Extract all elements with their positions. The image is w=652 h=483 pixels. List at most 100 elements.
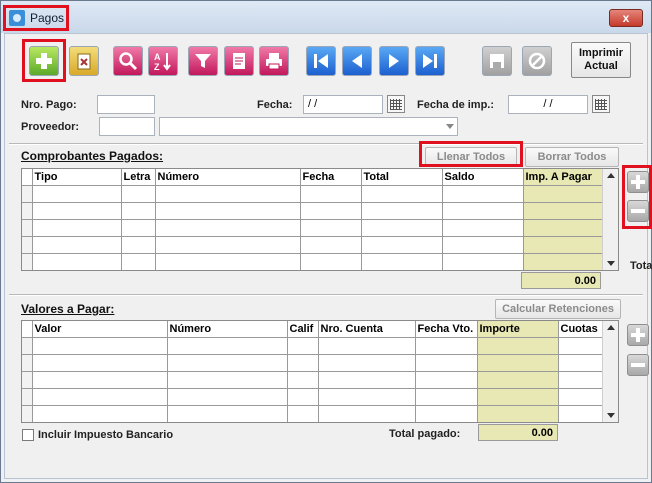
row-indicator-header: [22, 321, 33, 338]
comprobantes-scrollbar[interactable]: [602, 169, 618, 270]
column-header[interactable]: Valor: [32, 321, 168, 338]
first-record-icon: [314, 54, 328, 68]
window-title-box: Pagos: [3, 5, 69, 31]
plus-icon: [631, 175, 645, 189]
chevron-down-icon: [446, 124, 454, 129]
column-header[interactable]: Cuotas: [558, 321, 605, 338]
separator: [9, 143, 643, 145]
scroll-down-icon[interactable]: [607, 261, 615, 266]
filter-icon: [195, 54, 211, 68]
fecha-imp-field[interactable]: / /: [508, 95, 588, 114]
last-record-icon: [423, 54, 437, 68]
valores-header-row: Valor Número Calif Nro. Cuenta Fecha Vto…: [22, 321, 605, 338]
title-bar: Pagos x: [1, 1, 651, 33]
calcular-retenciones-button[interactable]: Calcular Retenciones: [495, 299, 621, 319]
print-current-button[interactable]: Imprimir Actual: [571, 42, 631, 78]
filter-button[interactable]: [188, 46, 218, 76]
nro-pago-label: Nro. Pago:: [21, 99, 77, 111]
previous-record-icon: [352, 54, 362, 68]
separator: [9, 294, 643, 296]
delete-button[interactable]: [69, 46, 99, 76]
scroll-up-icon[interactable]: [607, 173, 615, 178]
svg-text:Z: Z: [154, 62, 160, 72]
minus-icon: [631, 209, 645, 213]
fecha-label: Fecha:: [257, 99, 293, 111]
valores-grid[interactable]: Valor Número Calif Nro. Cuenta Fecha Vto…: [21, 320, 619, 423]
print-icon: [266, 53, 282, 70]
total-side-label: Tota: [630, 260, 652, 272]
previous-record-button[interactable]: [342, 46, 372, 76]
total-pagado-label: Total pagado:: [389, 428, 461, 440]
table-row[interactable]: [22, 219, 605, 237]
fecha-calendar-icon[interactable]: [387, 95, 405, 113]
sort-az-icon: AZ: [154, 52, 171, 72]
search-icon: [119, 52, 138, 71]
next-record-button[interactable]: [379, 46, 409, 76]
comprobantes-title: Comprobantes Pagados:: [21, 149, 164, 163]
column-header[interactable]: Calif: [287, 321, 319, 338]
table-row[interactable]: [22, 253, 605, 270]
search-button[interactable]: [113, 46, 143, 76]
print-button[interactable]: [259, 46, 289, 76]
comprobantes-total: 0.00: [521, 272, 601, 289]
add-row-button[interactable]: [627, 171, 649, 193]
scroll-down-icon[interactable]: [607, 413, 615, 418]
column-header[interactable]: Fecha Vto.: [415, 321, 478, 338]
incluir-impuesto-checkbox[interactable]: [22, 429, 34, 441]
minus-icon: [631, 363, 645, 367]
save-button[interactable]: [482, 46, 512, 76]
close-button[interactable]: x: [609, 9, 643, 27]
table-row[interactable]: [22, 236, 605, 254]
last-record-button[interactable]: [415, 46, 445, 76]
remove-valor-button[interactable]: [627, 354, 649, 376]
report-icon: [233, 53, 245, 69]
table-row[interactable]: [22, 371, 605, 389]
svg-text:A: A: [154, 52, 161, 62]
save-icon: [490, 54, 504, 68]
column-header[interactable]: Número: [155, 169, 301, 186]
sort-az-button[interactable]: AZ: [148, 46, 178, 76]
valores-title: Valores a Pagar:: [21, 302, 115, 316]
remove-row-button[interactable]: [627, 200, 649, 222]
scroll-up-icon[interactable]: [607, 325, 615, 330]
proveedor-select[interactable]: [159, 117, 458, 136]
column-header[interactable]: Fecha: [300, 169, 362, 186]
first-record-button[interactable]: [306, 46, 336, 76]
comprobantes-grid[interactable]: Tipo Letra Número Fecha Total Saldo Imp.…: [21, 168, 619, 271]
add-valor-button[interactable]: [627, 324, 649, 346]
llenar-todos-button[interactable]: Llenar Todos: [425, 147, 517, 167]
proveedor-code-field[interactable]: [99, 117, 155, 136]
pagos-window: Pagos x AZ Imprimir Actual Nro. Pago: Fe…: [0, 0, 652, 483]
client-area: AZ Imprimir Actual Nro. Pago: Fecha: / /…: [4, 33, 652, 479]
nro-pago-field[interactable]: [97, 95, 155, 114]
column-header[interactable]: Imp. A Pagar: [523, 169, 605, 186]
table-row[interactable]: [22, 185, 605, 203]
column-header[interactable]: Número: [167, 321, 288, 338]
fecha-field[interactable]: / /: [303, 95, 383, 114]
borrar-todos-button[interactable]: Borrar Todos: [525, 147, 619, 167]
report-button[interactable]: [224, 46, 254, 76]
table-row[interactable]: [22, 337, 605, 355]
table-row[interactable]: [22, 202, 605, 220]
comprobantes-header-row: Tipo Letra Número Fecha Total Saldo Imp.…: [22, 169, 605, 186]
column-header[interactable]: Nro. Cuenta: [318, 321, 416, 338]
delete-icon: [77, 53, 91, 70]
table-row[interactable]: [22, 354, 605, 372]
column-header[interactable]: Letra: [121, 169, 156, 186]
table-row[interactable]: [22, 405, 605, 422]
cancel-icon: [528, 52, 546, 70]
cancel-button[interactable]: [522, 46, 552, 76]
column-header[interactable]: Total: [361, 169, 443, 186]
add-button[interactable]: [29, 46, 59, 76]
plus-icon: [631, 328, 645, 342]
proveedor-label: Proveedor:: [21, 121, 80, 133]
column-header[interactable]: Saldo: [442, 169, 524, 186]
incluir-impuesto-label: Incluir Impuesto Bancario: [38, 429, 174, 441]
next-record-icon: [389, 54, 399, 68]
column-header[interactable]: Tipo: [32, 169, 122, 186]
valores-scrollbar[interactable]: [602, 321, 618, 422]
fecha-imp-calendar-icon[interactable]: [592, 95, 610, 113]
column-header[interactable]: Importe: [477, 321, 559, 338]
table-row[interactable]: [22, 388, 605, 406]
fecha-imp-label: Fecha de imp.:: [417, 99, 495, 111]
